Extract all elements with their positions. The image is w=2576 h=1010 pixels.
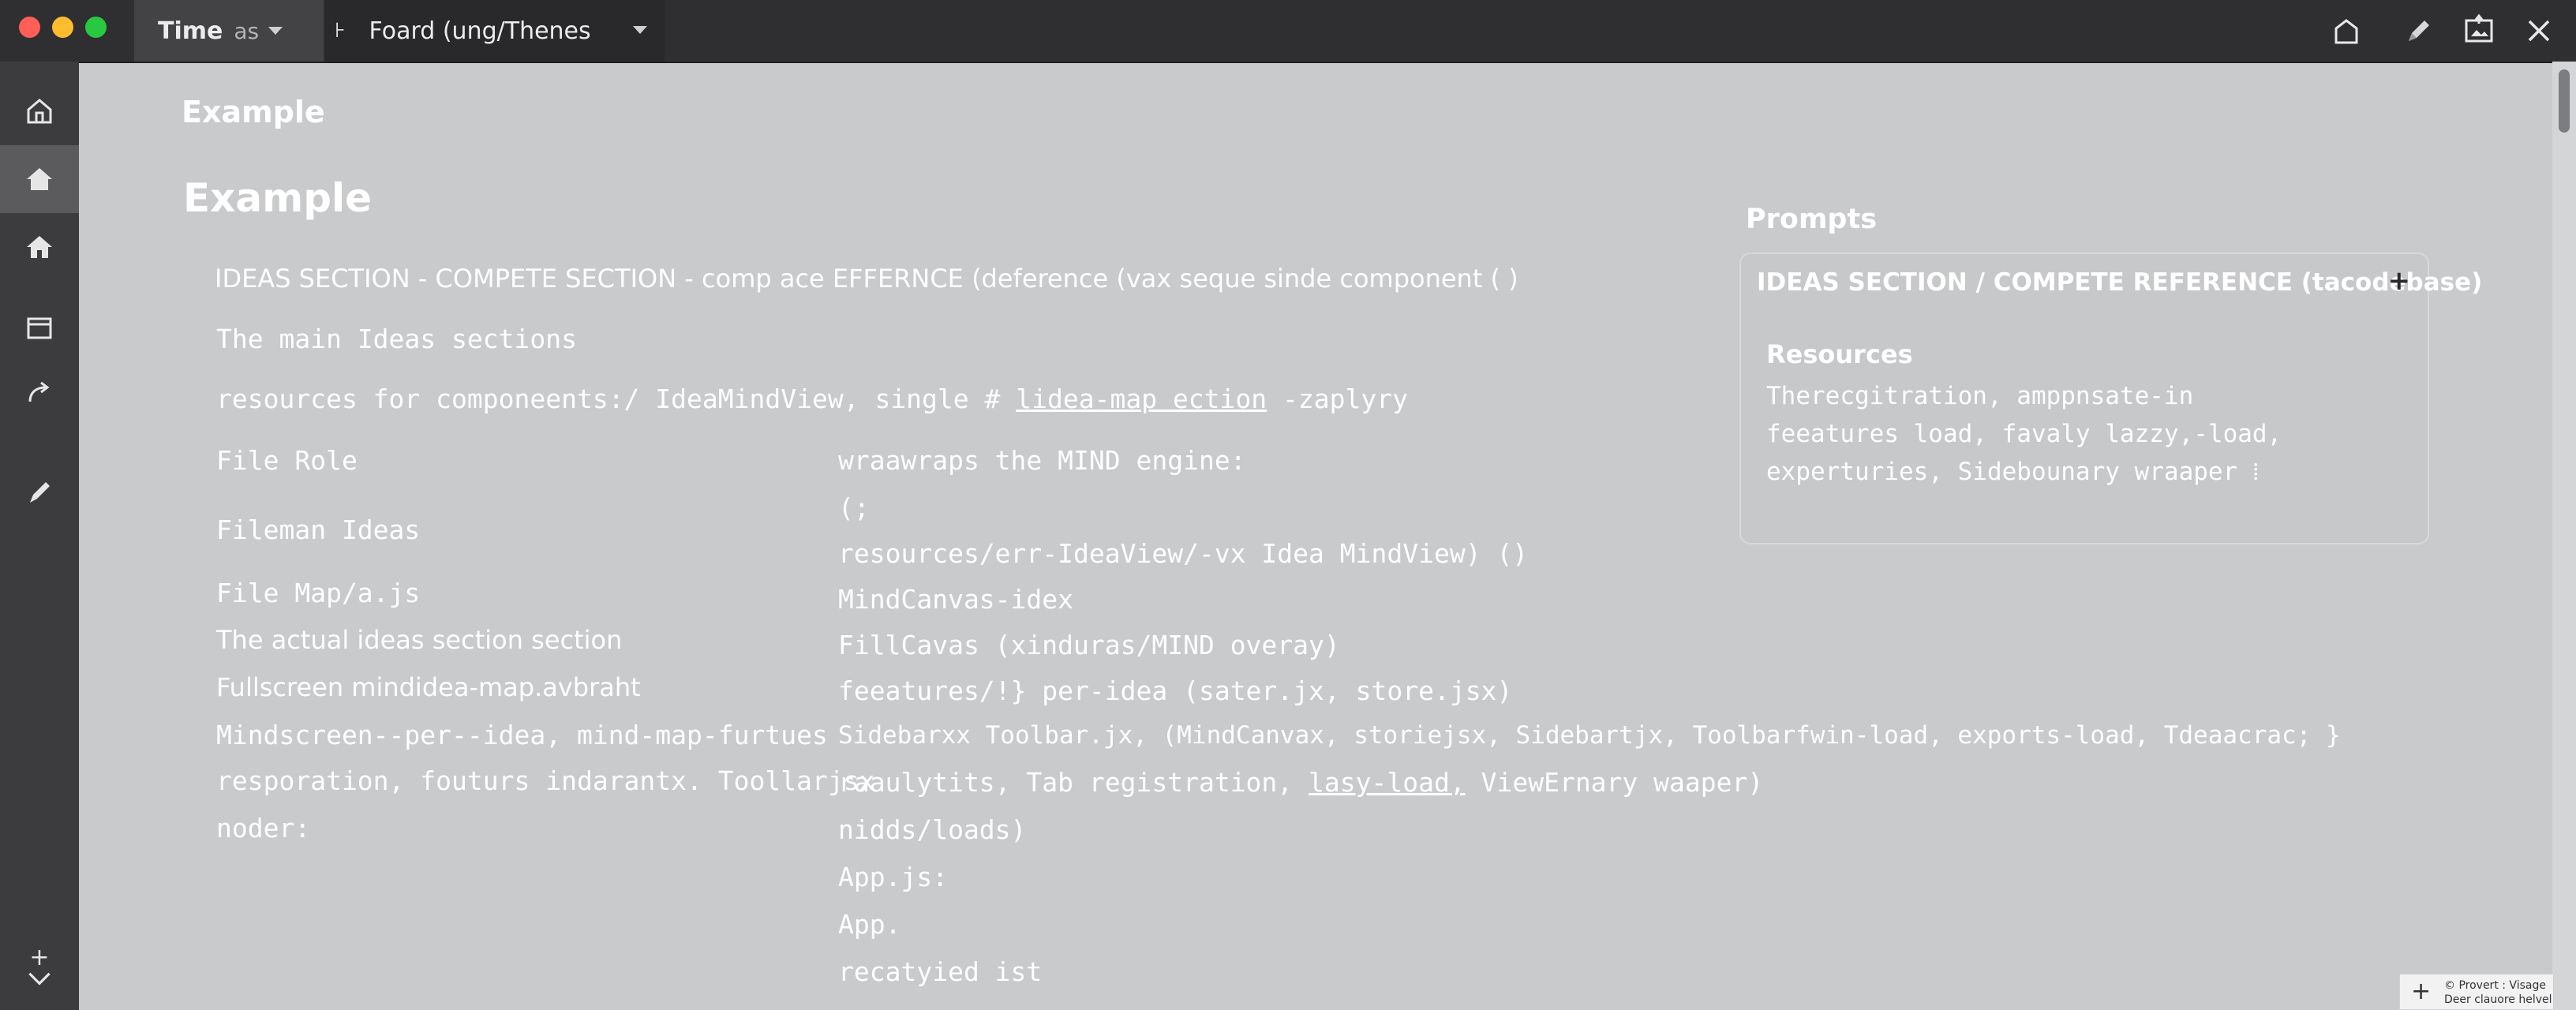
chevron-down-icon[interactable] bbox=[268, 27, 283, 35]
list-item: raaulytits, Tab registration, lasy-load,… bbox=[838, 767, 1763, 798]
close-icon[interactable] bbox=[2521, 13, 2557, 49]
prompts-card-title: IDEAS SECTION / COMPETE REFERENCE (tacod… bbox=[1757, 268, 2483, 297]
chevron-down-icon[interactable] bbox=[0, 971, 79, 991]
prompts-body-line: experturies, Sidebounary wraaper ⁞ bbox=[1766, 458, 2260, 486]
left-sidebar: + bbox=[0, 62, 79, 1010]
title-bar: Time as ⊦ Foard (ung/Thenes bbox=[0, 0, 2576, 63]
image-icon[interactable] bbox=[2461, 13, 2497, 49]
pen-icon[interactable] bbox=[0, 458, 79, 526]
list-item: App.js: bbox=[838, 862, 949, 892]
home-icon[interactable] bbox=[0, 213, 79, 281]
prompts-card[interactable]: IDEAS SECTION / COMPETE REFERENCE (tacod… bbox=[1739, 252, 2482, 544]
subheading-line: The main Ideas sections bbox=[216, 324, 577, 354]
notice-line: Deer clauore helvel bbox=[2444, 993, 2552, 1006]
list-item: File Map/a.js bbox=[216, 578, 421, 608]
list-item: feeatures/!} per-idea (sater.jx, store.j… bbox=[838, 675, 1513, 706]
tab-board-icon: ⊦ bbox=[335, 19, 346, 43]
prompts-title: Prompts bbox=[1746, 204, 1878, 235]
list-item: Fullscreen mindidea-map.avbraht bbox=[216, 672, 641, 702]
list-item-text: raaulytits, Tab registration, bbox=[838, 767, 1294, 798]
status-notice[interactable]: + © Provert : Visage Deer clauore helvel bbox=[2399, 974, 2554, 1010]
list-item: wraawraps the MIND engine: bbox=[838, 445, 1246, 476]
tab-board[interactable]: ⊦ Foard (ung/Thenes bbox=[325, 0, 665, 62]
list-item: The actual ideas section section bbox=[216, 625, 623, 655]
tab-time-label: Time bbox=[158, 17, 223, 45]
add-icon[interactable]: + bbox=[0, 944, 79, 971]
list-item: FillCavas (xinduras/MIND overay) bbox=[838, 630, 1340, 660]
close-window-button[interactable] bbox=[19, 17, 40, 38]
home-outline-icon[interactable] bbox=[0, 77, 79, 145]
list-item: (; bbox=[838, 492, 870, 523]
list-item: File Role bbox=[216, 445, 358, 476]
prompts-body-line: Therecgitration, amppnsate-in bbox=[1766, 382, 2194, 410]
list-item: resources/err-IdeaView/-vx Idea MindView… bbox=[838, 538, 1529, 569]
minimize-window-button[interactable] bbox=[52, 17, 73, 38]
list-item: Mindscreen--per--idea, mind-map-furtues bbox=[216, 720, 828, 750]
list-item: App. bbox=[838, 909, 901, 940]
notice-line: © Provert : Visage bbox=[2444, 979, 2546, 992]
list-item: nidds/loads) bbox=[838, 814, 1027, 845]
maximize-window-button[interactable] bbox=[85, 17, 107, 38]
lazy-load-link[interactable]: lasy-load, bbox=[1309, 767, 1466, 798]
pen-icon[interactable] bbox=[2401, 13, 2437, 49]
list-item: MindCanvas-idex bbox=[838, 584, 1074, 615]
scrollbar-thumb[interactable] bbox=[2559, 69, 2570, 133]
chevron-down-icon[interactable] bbox=[633, 26, 647, 34]
tab-board-label: Foard (ung/Thenes bbox=[369, 17, 591, 45]
list-item: noder: bbox=[216, 813, 311, 844]
add-icon[interactable]: + bbox=[2411, 978, 2431, 1005]
page-title: Example bbox=[183, 175, 373, 221]
home-icon[interactable] bbox=[0, 145, 79, 213]
tab-time-sublabel: as bbox=[234, 17, 260, 44]
add-prompt-button[interactable]: + bbox=[2388, 265, 2411, 297]
vertical-scrollbar[interactable] bbox=[2552, 62, 2576, 1010]
resources-title: Resources bbox=[1766, 339, 1913, 369]
list-item-text: ViewErnary waaper) bbox=[1481, 767, 1764, 798]
list-item: Sidebarxx Toolbar.jx, (MindCanvax, stori… bbox=[838, 721, 2341, 750]
resources-line: resources for componeents:/ IdeaMindView… bbox=[216, 383, 1408, 414]
share-arrow-icon[interactable] bbox=[0, 358, 79, 426]
idea-map-section-link[interactable]: lidea-map ection bbox=[1016, 383, 1267, 414]
list-item: resporation, fouturs indarantx. Toollarj… bbox=[216, 765, 875, 796]
tab-time[interactable]: Time as bbox=[134, 0, 324, 62]
prompts-body-line: feeatures load, favaly lazzy,-load, bbox=[1766, 420, 2282, 448]
section-heading: Example bbox=[182, 95, 325, 129]
intro-line: IDEAS SECTION - COMPETE SECTION - comp a… bbox=[215, 264, 1518, 294]
list-item: recatyied ist bbox=[838, 956, 1043, 987]
share-icon[interactable] bbox=[2328, 13, 2364, 49]
resources-line-suffix: -zaplyry bbox=[1282, 383, 1408, 414]
archive-icon[interactable] bbox=[0, 294, 79, 361]
list-item: Fileman Ideas bbox=[216, 514, 421, 545]
resources-line-prefix: resources for componeents:/ IdeaMindView… bbox=[216, 383, 1001, 414]
